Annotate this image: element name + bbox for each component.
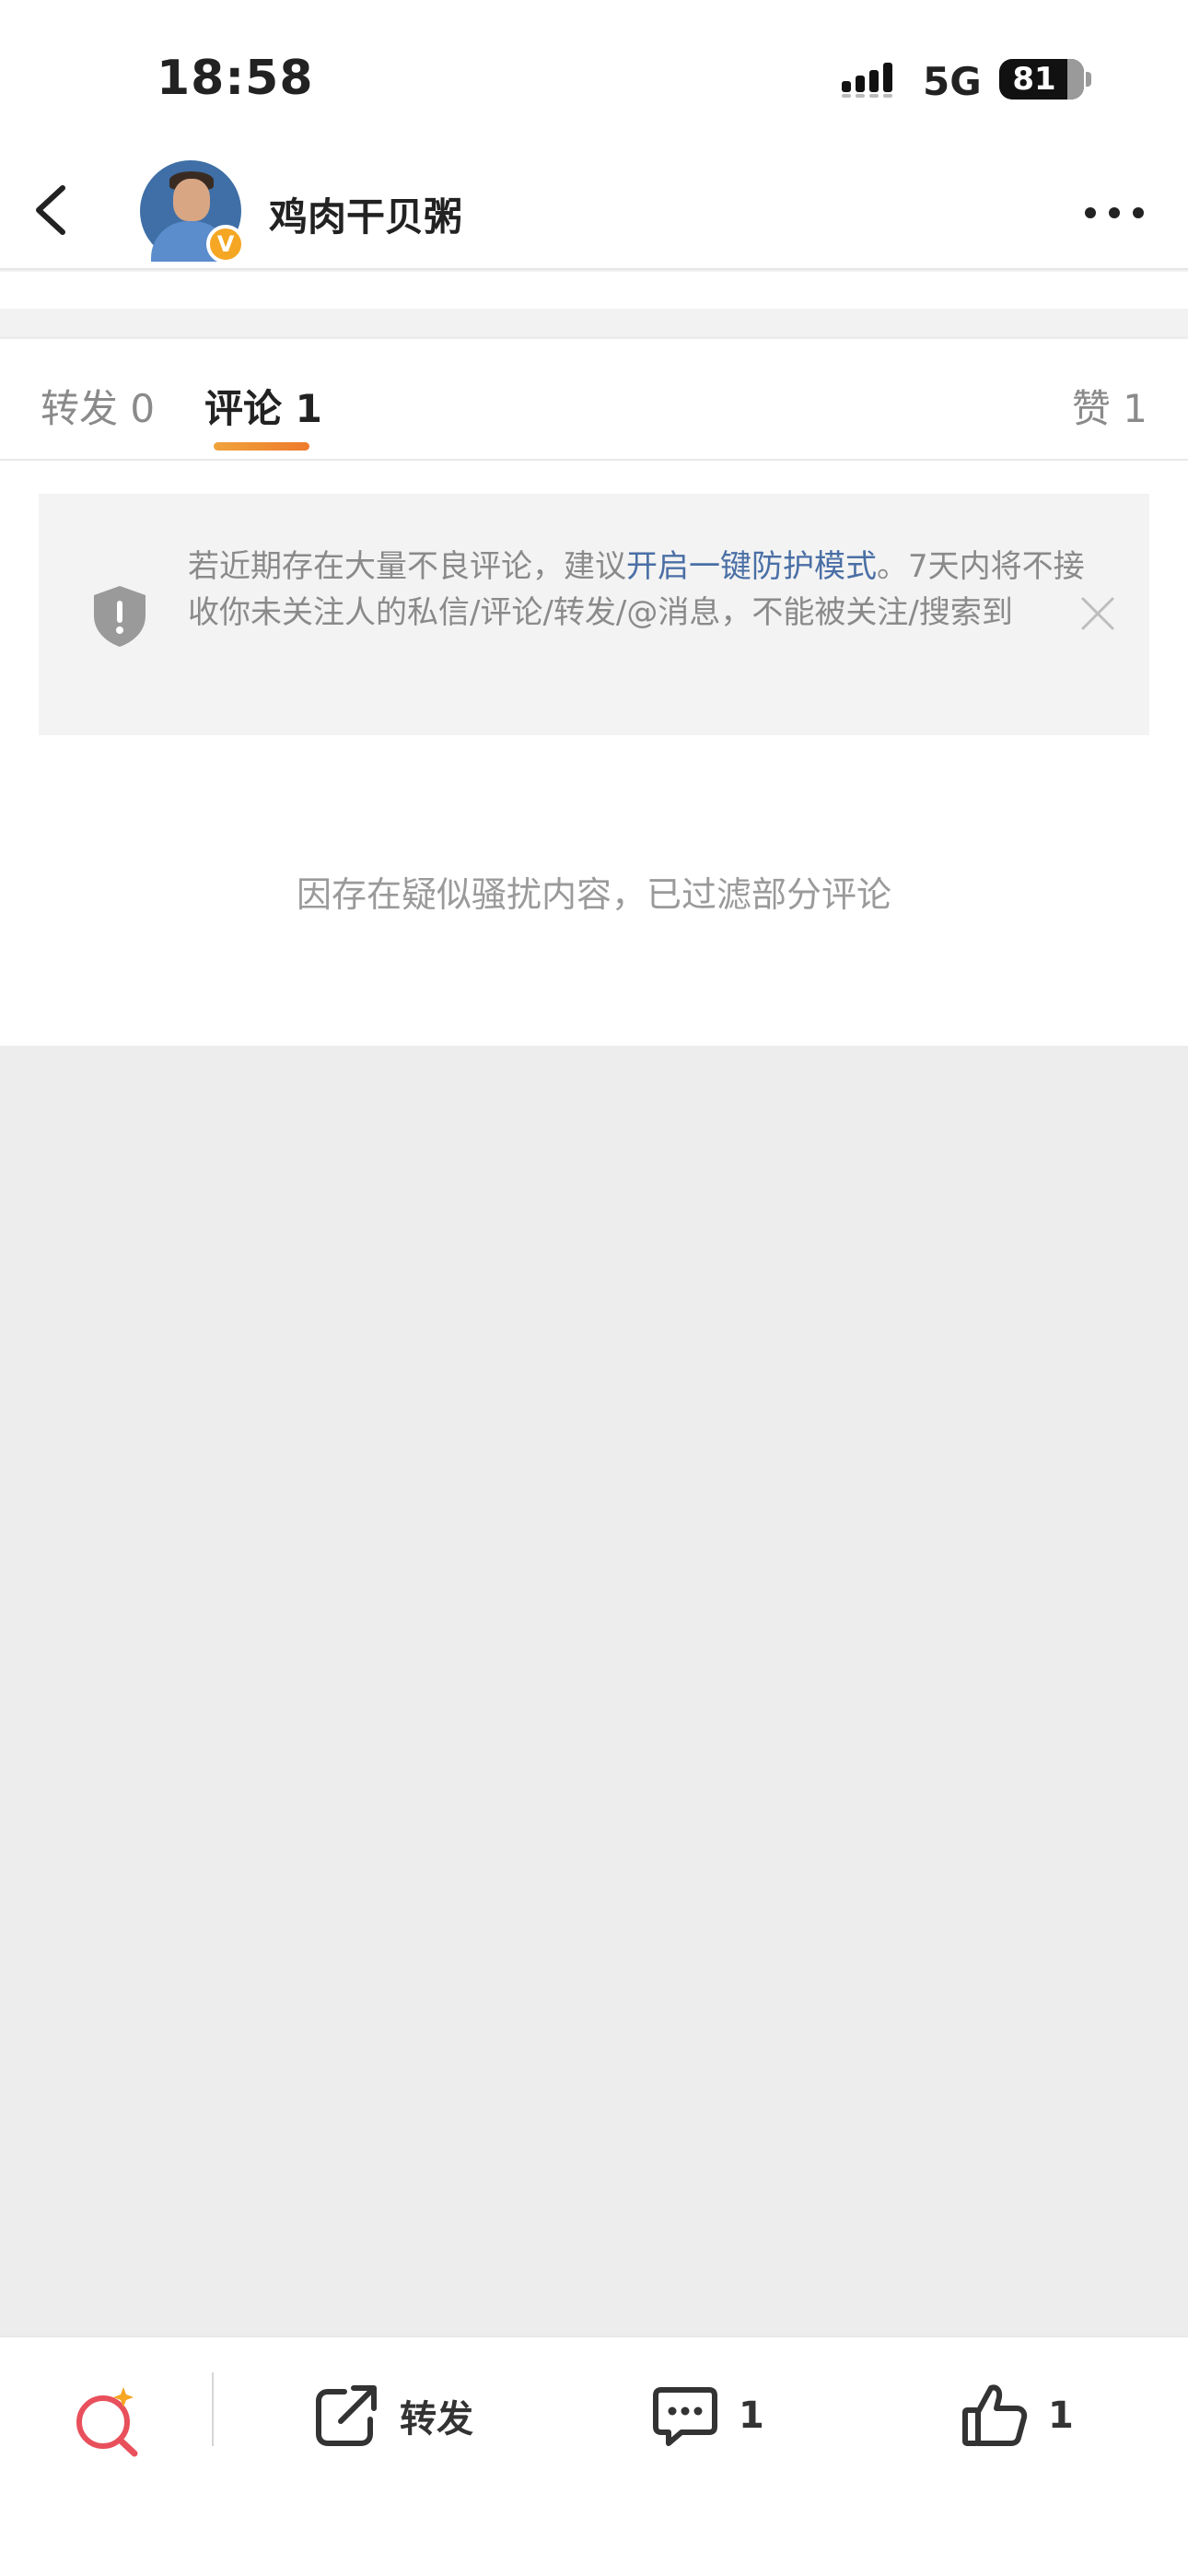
- comment-count: 1: [739, 2395, 764, 2437]
- comment-icon: [653, 2387, 717, 2446]
- filtered-comments-message: 因存在疑似骚扰内容，已过滤部分评论: [296, 874, 891, 915]
- page: 18:58 5G 81 V 鸡肉干贝粥 转发 0 评论 1 赞 1 若近期存在大…: [0, 0, 1188, 2576]
- battery-cap: [1086, 72, 1091, 87]
- tab-repost[interactable]: 转发 0: [41, 378, 155, 434]
- like-button[interactable]: 1: [958, 2374, 1074, 2457]
- status-bar: 18:58 5G 81: [0, 0, 1188, 157]
- post-bottom-edge: [0, 272, 1188, 309]
- tab-like[interactable]: 赞 1: [1072, 378, 1147, 434]
- nav-bar: V 鸡肉干贝粥: [0, 157, 1188, 270]
- close-icon[interactable]: [1079, 595, 1116, 632]
- network-type: 5G: [923, 59, 982, 104]
- status-time: 18:58: [157, 51, 314, 106]
- verified-badge: V: [206, 225, 245, 263]
- toolbar-divider: [212, 2372, 214, 2446]
- battery-level: 81: [1012, 61, 1056, 98]
- like-count: 1: [1048, 2395, 1074, 2437]
- tab-bar: 转发 0 评论 1 赞 1: [0, 339, 1188, 461]
- shield-icon: [94, 586, 146, 647]
- active-tab-indicator: [214, 442, 309, 451]
- more-icon[interactable]: [1077, 190, 1151, 236]
- user-name[interactable]: 鸡肉干贝粥: [269, 186, 462, 242]
- signal-icon: [842, 63, 892, 98]
- repost-button[interactable]: 转发: [309, 2374, 473, 2457]
- thumbs-up-icon: [962, 2384, 1028, 2446]
- comment-section: 若近期存在大量不良评论，建议开启一键防护模式。7天内将不接收你未关注人的私信/评…: [0, 461, 1188, 1046]
- back-icon[interactable]: [20, 173, 87, 247]
- avatar[interactable]: V: [140, 160, 245, 263]
- notice-text: 若近期存在大量不良评论，建议开启一键防护模式。7天内将不接收你未关注人的私信/评…: [188, 544, 1100, 636]
- ai-search-icon[interactable]: [70, 2383, 146, 2459]
- protection-mode-link[interactable]: 开启一键防护模式: [626, 548, 877, 585]
- battery-icon: 81: [999, 59, 1084, 100]
- repost-label: 转发: [400, 2398, 473, 2441]
- comment-button[interactable]: 1: [648, 2374, 764, 2457]
- bottom-toolbar: 转发 1 1: [0, 2336, 1188, 2576]
- tab-comment[interactable]: 评论 1: [204, 378, 322, 434]
- protection-notice: 若近期存在大量不良评论，建议开启一键防护模式。7天内将不接收你未关注人的私信/评…: [39, 494, 1149, 735]
- share-icon: [316, 2385, 377, 2446]
- notice-text-before: 若近期存在大量不良评论，建议: [188, 548, 626, 585]
